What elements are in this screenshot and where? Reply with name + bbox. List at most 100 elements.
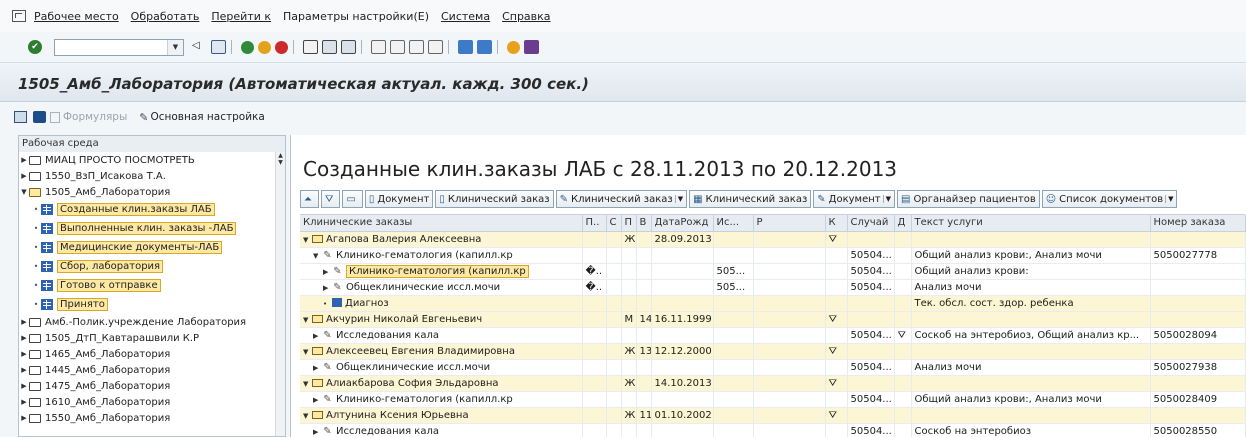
expand-icon[interactable]: ▶ xyxy=(19,414,29,422)
back-arrow-icon[interactable]: ◁ xyxy=(192,40,207,54)
dropdown-icon[interactable]: ▼ xyxy=(882,195,891,203)
collapse-all-button[interactable]: ⏶ xyxy=(300,190,319,208)
order-name-cell[interactable]: ▶ ✎ Клинико-гематология (капилл.кр xyxy=(300,391,583,408)
collapse-icon[interactable]: ▼ xyxy=(303,236,312,244)
tree-item[interactable]: ▶ 1465_Амб_Лаборатория xyxy=(19,346,285,362)
print-icon[interactable] xyxy=(303,40,318,54)
col-service-text[interactable]: Текст услуги xyxy=(911,215,1151,232)
expand-icon[interactable]: ▶ xyxy=(19,350,29,358)
table-row[interactable]: ▶ ✎ Исследования кала 50504... Соскоб на э… xyxy=(300,423,1246,437)
system-menu-icon[interactable] xyxy=(12,10,26,22)
order-name-cell[interactable]: ▼ Акчурин Николай Евгеньевич xyxy=(300,311,583,328)
collapse-icon[interactable]: ▼ xyxy=(19,188,29,196)
expand-icon[interactable]: ▶ xyxy=(19,366,29,374)
tree-item-medical-docs[interactable]: • Медицинские документы-ЛАБ xyxy=(19,238,285,257)
edit-document-button[interactable]: ✎ Документ ▼ xyxy=(813,190,896,208)
table-row[interactable]: ▼ Алтунина Ксения Юрьевна Ж 11 01.10.2002… xyxy=(300,407,1246,424)
edit-clinical-order-button[interactable]: ✎ Клинический заказ ▼ xyxy=(555,190,688,208)
table-row[interactable]: ▶ ✎ Клинико-гематология (капилл.кр �.. 505… xyxy=(300,263,1246,280)
col-d[interactable]: Д xyxy=(894,215,912,232)
menu-edit[interactable]: Обработать xyxy=(131,10,200,23)
help-icon[interactable] xyxy=(507,40,520,54)
order-name-cell[interactable]: ▶ ✎ Исследования кала xyxy=(300,327,583,344)
col-dob[interactable]: ДатаРожд xyxy=(651,215,714,232)
expand-icon[interactable]: ▶ xyxy=(313,396,322,404)
doc-list-button[interactable]: ☺ Список документов ▼ xyxy=(1041,190,1178,208)
col-k[interactable]: К xyxy=(825,215,848,232)
collapse-icon[interactable]: ▼ xyxy=(303,316,312,324)
col-order-number[interactable]: Номер заказа xyxy=(1150,215,1246,232)
tree-item[interactable]: ▶ 1475_Амб_Лаборатория xyxy=(19,378,285,394)
refresh-icon[interactable] xyxy=(33,111,46,123)
last-page-icon[interactable] xyxy=(428,40,443,54)
scroll-down-icon[interactable]: ▼ xyxy=(276,159,285,166)
menu-settings[interactable]: Параметры настройки(Е) xyxy=(283,10,429,23)
expand-icon[interactable]: ▶ xyxy=(19,398,29,406)
table-row[interactable]: ▶ ✎ Общеклинические иссл.мочи �.. 505... 5… xyxy=(300,279,1246,296)
col-case[interactable]: Случай xyxy=(847,215,895,232)
table-row[interactable]: ▶ ✎ Исследования кала 50504... ⛛ Соскоб на… xyxy=(300,327,1246,344)
tree-item[interactable]: ▶ 1550_Амб_Лаборатория xyxy=(19,410,285,426)
col-is[interactable]: Ис... xyxy=(713,215,754,232)
table-row[interactable]: • Диагноз Тек. обсл. сост. здор. ребенка xyxy=(300,295,1246,312)
tree-item-completed-orders[interactable]: • Выполненные клин. заказы -ЛАБ xyxy=(19,219,285,238)
shortcut-icon[interactable] xyxy=(477,40,492,54)
first-page-icon[interactable] xyxy=(371,40,386,54)
cancel-icon[interactable] xyxy=(275,40,288,54)
patient-organizer-button[interactable]: ▤ Органайзер пациентов xyxy=(897,190,1040,208)
find-next-icon[interactable] xyxy=(341,40,356,54)
order-name-cell[interactable]: ▶ ✎ Клинико-гематология (капилл.кр xyxy=(300,263,583,280)
collapse-icon[interactable]: ▼ xyxy=(303,348,312,356)
tree-item-lab-collection[interactable]: • Сбор, лаборатория xyxy=(19,257,285,276)
table-row[interactable]: ▶ ✎ Клинико-гематология (капилл.кр 50504..… xyxy=(300,391,1246,408)
tree-scrollbar[interactable]: ▲ ▼ xyxy=(275,152,285,436)
col-p[interactable]: П.. xyxy=(582,215,607,232)
menu-help[interactable]: Справка xyxy=(502,10,550,23)
table-row[interactable]: ▶ ✎ Общеклинические иссл.мочи 50504... Ана… xyxy=(300,359,1246,376)
collapse-icon[interactable]: ▼ xyxy=(303,412,312,420)
order-name-cell[interactable]: ▶ ✎ Исследования кала xyxy=(300,423,583,437)
col-r[interactable]: Р xyxy=(753,215,826,232)
expand-icon[interactable]: ▶ xyxy=(19,382,29,390)
print-button[interactable]: ▭ xyxy=(342,190,363,208)
expand-icon[interactable]: ▶ xyxy=(323,284,332,292)
command-field[interactable]: ▼ xyxy=(54,38,184,56)
col-orders[interactable]: Клинические заказы xyxy=(300,215,583,232)
prev-page-icon[interactable] xyxy=(390,40,405,54)
expand-icon[interactable]: ▶ xyxy=(19,318,29,326)
table-row[interactable]: ▼ Агапова Валерия Алексеевна Ж 28.09.2013… xyxy=(300,231,1246,248)
tree-item-ready-to-send[interactable]: • Готово к отправке xyxy=(19,276,285,295)
layout-icon[interactable] xyxy=(524,40,539,54)
order-name-cell[interactable]: ▼ Алексеевец Евгения Владимировна xyxy=(300,343,583,360)
enter-check-icon[interactable]: ✔ xyxy=(28,40,42,54)
clinical-order-button[interactable]: ▯ Клинический заказ xyxy=(435,190,554,208)
expand-icon[interactable]: ▶ xyxy=(19,172,29,180)
collapse-icon[interactable]: ▼ xyxy=(313,252,322,260)
tree-item-accepted[interactable]: • Принято xyxy=(19,295,285,314)
table-row[interactable]: ▼ Акчурин Николай Евгеньевич М 14 16.11.1… xyxy=(300,311,1246,328)
find-icon[interactable] xyxy=(322,40,337,54)
expand-icon[interactable]: ▶ xyxy=(313,332,322,340)
order-name-cell[interactable]: • Диагноз xyxy=(300,295,583,312)
view-clinical-order-button[interactable]: ▦ Клинический заказ xyxy=(689,190,812,208)
table-row[interactable]: ▼ ✎ Клинико-гематология (капилл.кр 50504..… xyxy=(300,247,1246,264)
order-name-cell[interactable]: ▶ ✎ Общеклинические иссл.мочи xyxy=(300,279,583,296)
dropdown-icon[interactable]: ▼ xyxy=(1165,195,1173,203)
tree-item[interactable]: ▶ 1610_Амб_Лаборатория xyxy=(19,394,285,410)
expand-icon[interactable]: ▶ xyxy=(313,428,322,436)
back-icon[interactable] xyxy=(241,40,254,54)
dropdown-icon[interactable]: ▼ xyxy=(674,195,683,203)
order-name-cell[interactable]: ▶ ✎ Общеклинические иссл.мочи xyxy=(300,359,583,376)
scroll-up-icon[interactable]: ▲ xyxy=(276,152,285,159)
menu-goto[interactable]: Перейти к xyxy=(211,10,271,23)
collapse-icon[interactable]: ▼ xyxy=(303,380,312,388)
menu-workplace[interactable]: Рабочее место xyxy=(34,10,119,23)
col-s[interactable]: С xyxy=(606,215,622,232)
main-settings-button[interactable]: ✎ Основная настройка xyxy=(139,111,265,124)
col-p2[interactable]: П xyxy=(621,215,637,232)
filter-button[interactable]: ⛛ xyxy=(321,190,341,208)
next-page-icon[interactable] xyxy=(409,40,424,54)
order-name-cell[interactable]: ▼ ✎ Клинико-гематология (капилл.кр xyxy=(300,247,583,264)
order-name-cell[interactable]: ▼ Алиакбарова София Эльдаровна xyxy=(300,375,583,392)
exit-icon[interactable] xyxy=(258,40,271,54)
